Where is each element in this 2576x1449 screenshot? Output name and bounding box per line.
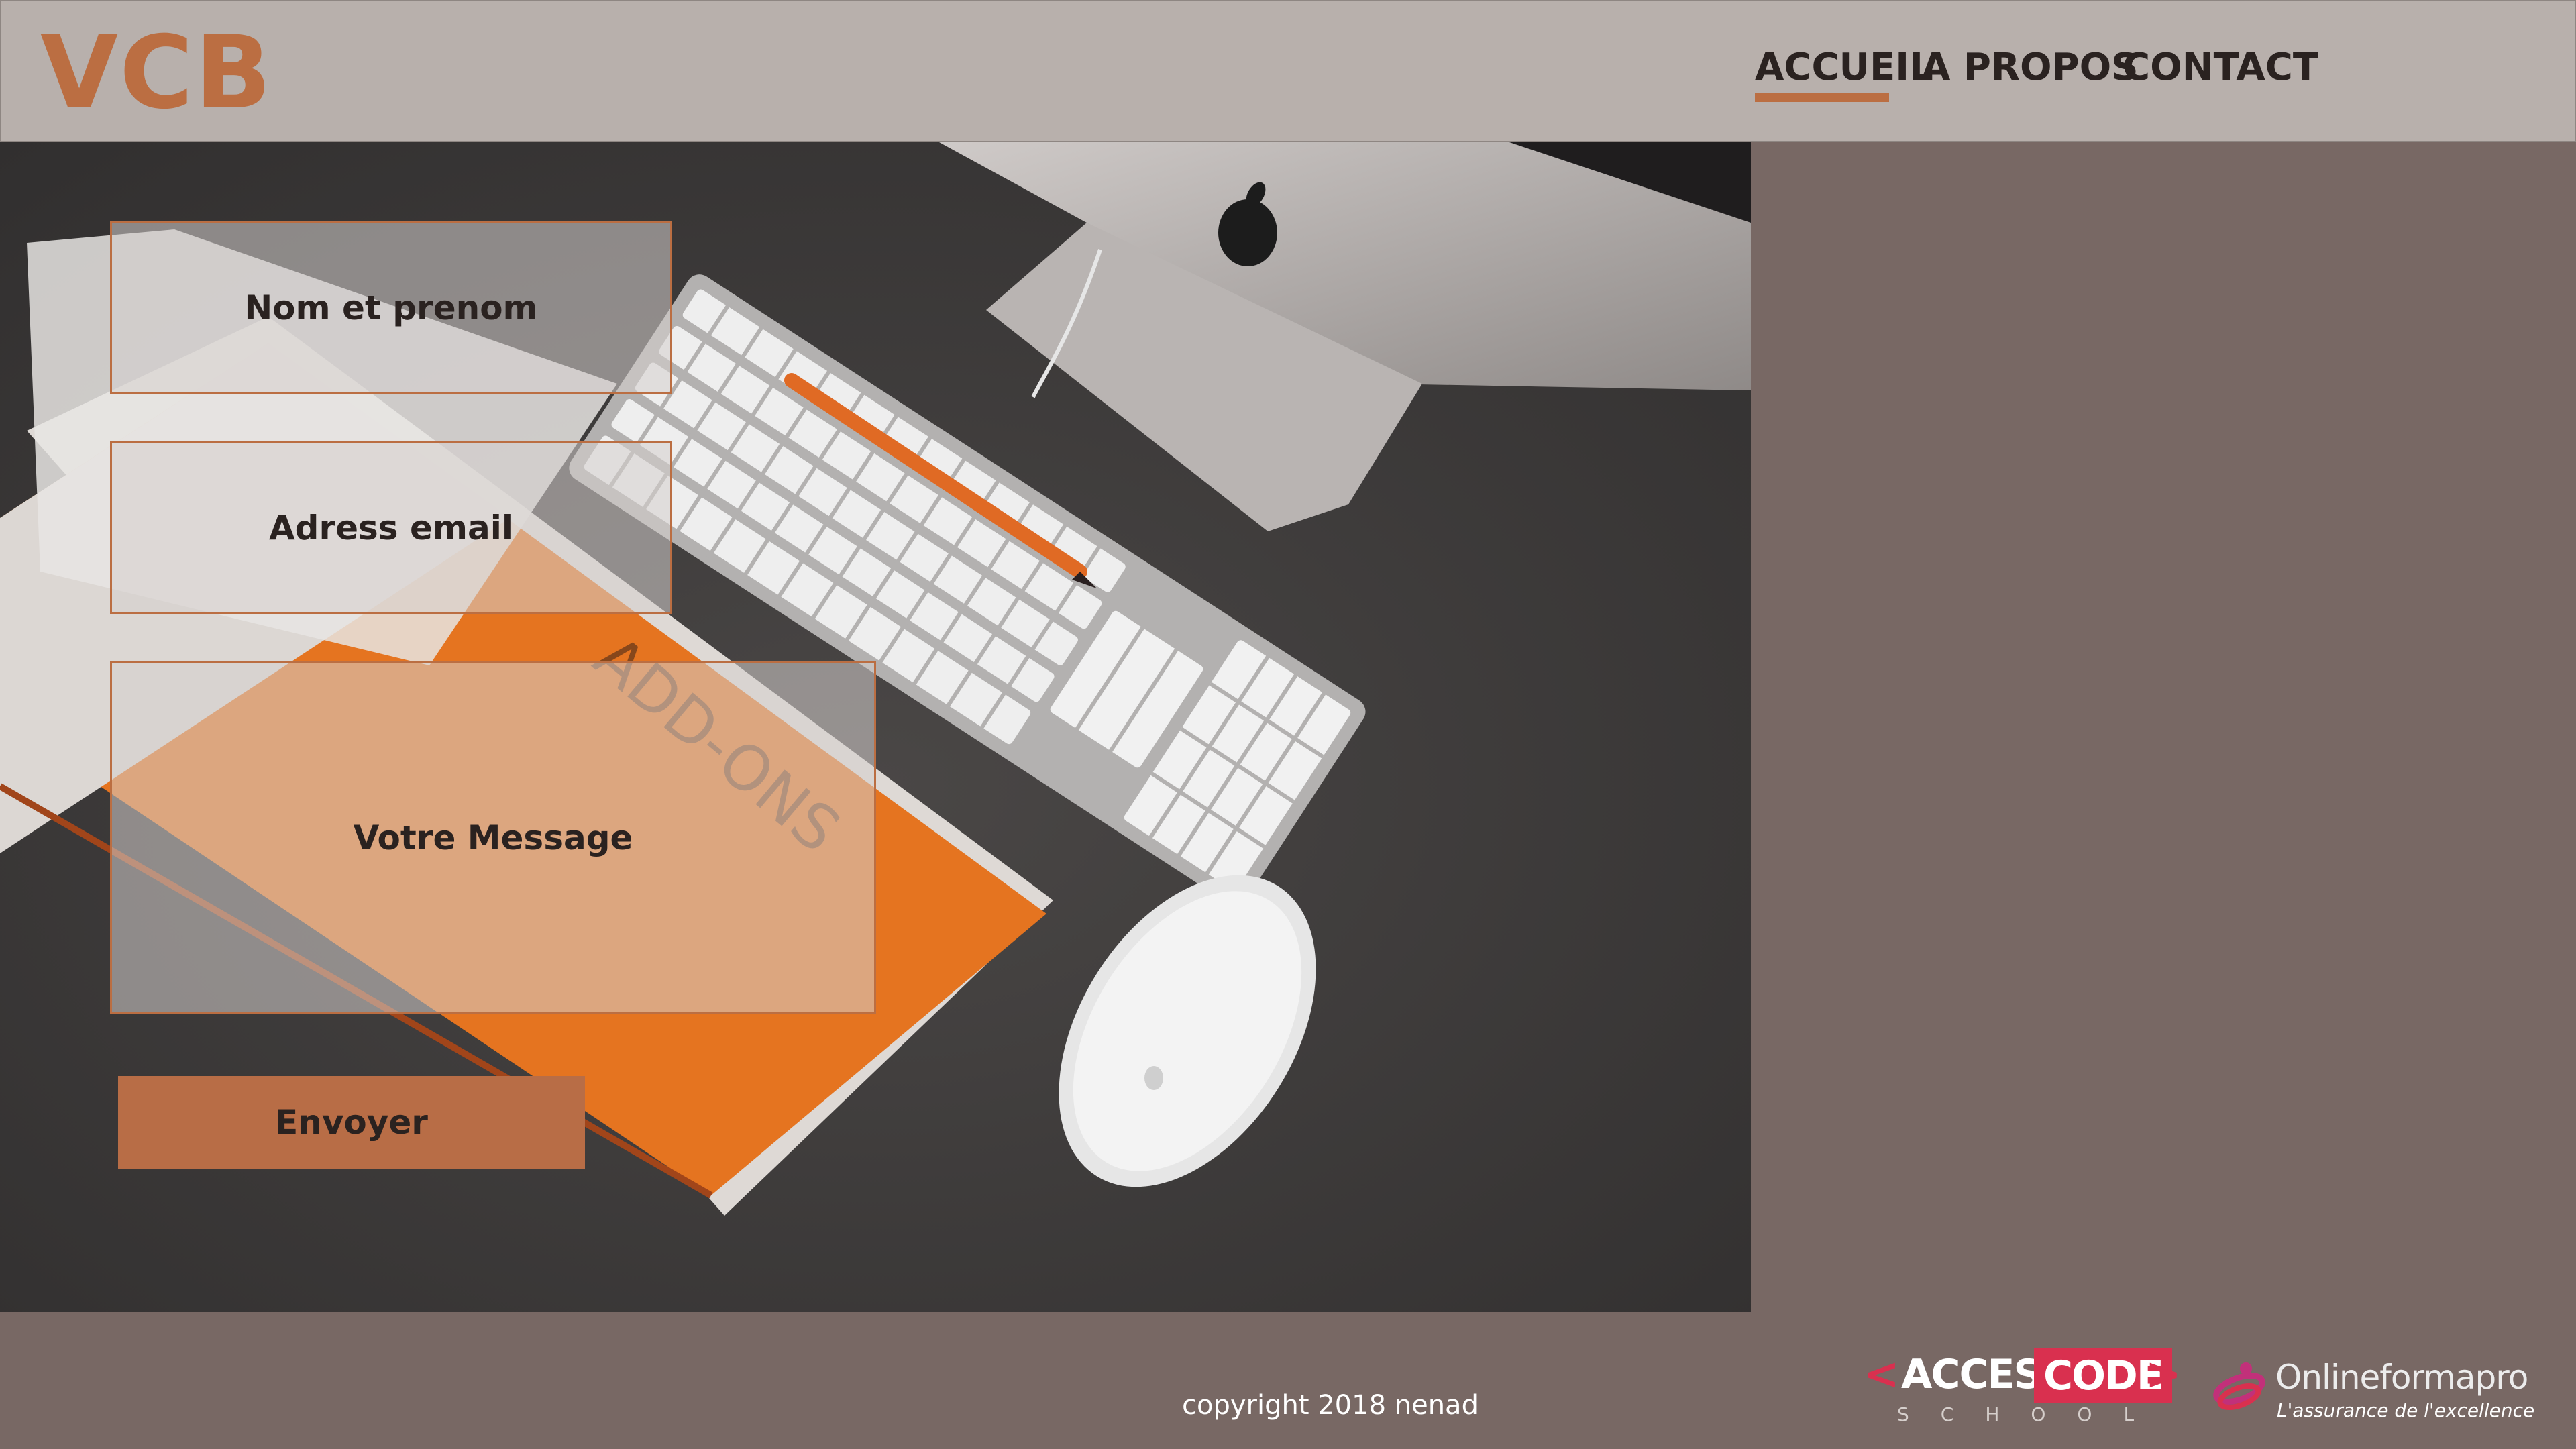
nav-item-accueil[interactable]: ACCUEIL xyxy=(1755,46,1933,89)
site-logo[interactable]: VCB xyxy=(40,15,273,131)
submit-button-label: Envoyer xyxy=(275,1103,428,1142)
site-header: VCB ACCUEIL A PROPOS CONTACT xyxy=(0,0,2576,142)
submit-button[interactable]: Envoyer xyxy=(118,1076,585,1169)
message-field[interactable]: Votre Message xyxy=(110,661,876,1014)
logo-bracket-left: < xyxy=(1864,1350,1900,1399)
name-field-placeholder: Nom et prenom xyxy=(244,288,538,327)
logo-school-text: SCHOOL xyxy=(1897,1403,2166,1426)
copyright-text: copyright 2018 nenad xyxy=(1182,1390,1479,1421)
nav-item-contact[interactable]: CONTACT xyxy=(2123,46,2318,89)
email-field[interactable]: Adress email xyxy=(110,441,672,614)
access-code-school-logo[interactable]: < ACCESS CODE > SCHOOL xyxy=(1864,1344,2182,1432)
logo-bracket-right: > xyxy=(2145,1350,2182,1399)
onlineformapro-tagline: L'assurance de l'excellence xyxy=(2277,1399,2535,1421)
email-field-placeholder: Adress email xyxy=(268,508,513,547)
onlineformapro-mark-icon xyxy=(2213,1362,2265,1410)
onlineformapro-name: Onlineformapro xyxy=(2275,1358,2528,1397)
name-field[interactable]: Nom et prenom xyxy=(110,221,672,394)
mouse-apple-logo-icon xyxy=(1144,1066,1163,1090)
active-nav-underline xyxy=(1755,93,1889,102)
nav-item-a-propos[interactable]: A PROPOS xyxy=(1921,46,2139,89)
message-field-placeholder: Votre Message xyxy=(353,818,633,857)
onlineformapro-logo[interactable]: Onlineformapro L'assurance de l'excellen… xyxy=(2211,1356,2535,1430)
